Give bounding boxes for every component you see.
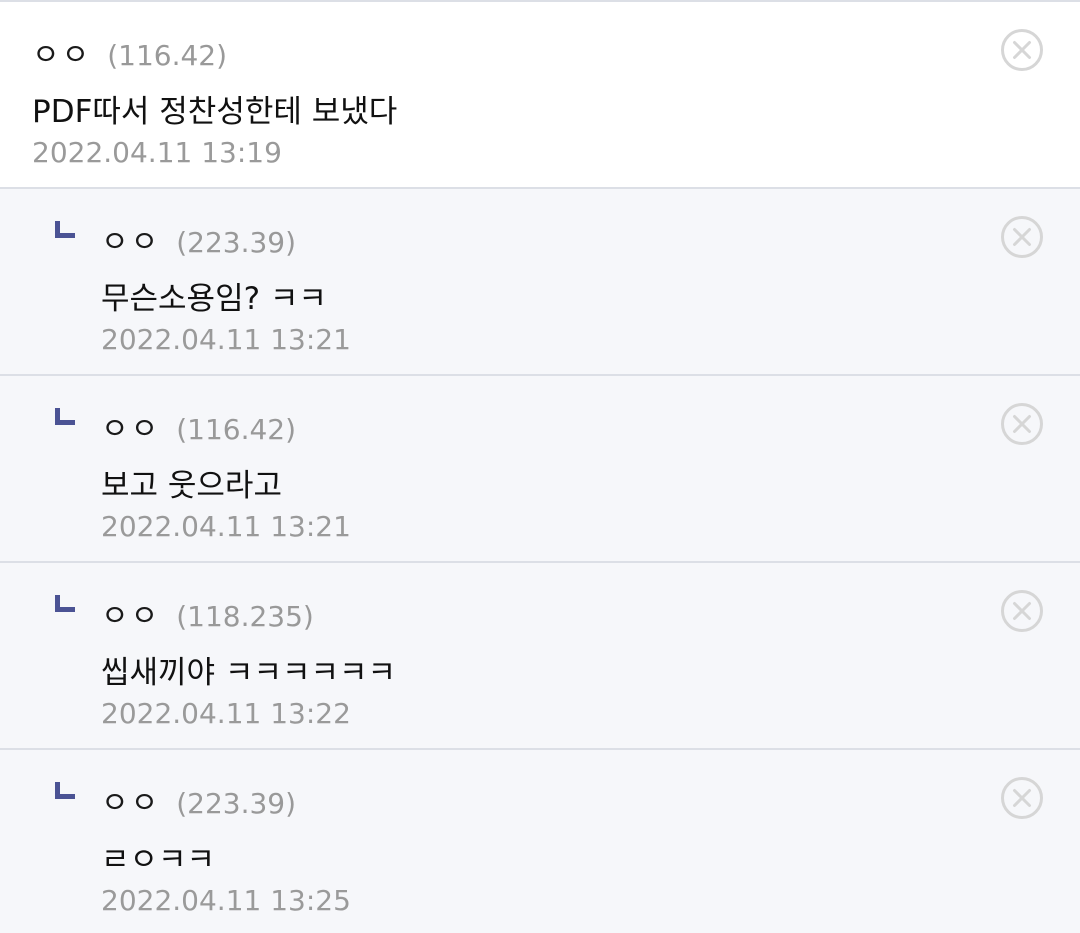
comment-meta: ㅇㅇ (223.39): [101, 778, 296, 822]
comment-timestamp: 2022.04.11 13:22: [101, 697, 351, 730]
reply-item: ㅇㅇ (223.39) 무슨소용임? ㅋㅋ 2022.04.11 13:21: [0, 189, 1080, 376]
comment-nickname[interactable]: ㅇㅇ: [101, 591, 160, 635]
delete-button[interactable]: [1000, 776, 1044, 820]
comment-timestamp: 2022.04.11 13:25: [101, 884, 351, 917]
comment-ip: (116.42): [107, 39, 228, 72]
close-circle-icon: [1001, 777, 1043, 819]
reply-corner-icon: [55, 221, 75, 238]
comment-text: 씹새끼야 ㅋㅋㅋㅋㅋㅋ: [101, 655, 397, 691]
comment-meta: ㅇㅇ (116.42): [32, 30, 227, 74]
reply-corner-icon: [55, 782, 75, 799]
comment-meta: ㅇㅇ (116.42): [101, 404, 296, 448]
comment-timestamp: 2022.04.11 13:19: [32, 136, 282, 169]
close-circle-icon: [1001, 29, 1043, 71]
close-circle-icon: [1001, 590, 1043, 632]
comment-nickname[interactable]: ㅇㅇ: [32, 30, 91, 74]
comment-ip: (118.235): [176, 600, 314, 633]
close-circle-icon: [1001, 216, 1043, 258]
close-circle-icon: [1001, 403, 1043, 445]
comment-item: ㅇㅇ (116.42) PDF따서 정찬성한테 보냈다 2022.04.11 1…: [0, 2, 1080, 189]
comment-nickname[interactable]: ㅇㅇ: [101, 778, 160, 822]
comment-text: 무슨소용임? ㅋㅋ: [101, 281, 327, 317]
comment-nickname[interactable]: ㅇㅇ: [101, 217, 160, 261]
comment-text: 보고 웃으라고: [101, 468, 282, 504]
reply-corner-icon: [55, 408, 75, 425]
comment-ip: (223.39): [176, 787, 297, 820]
delete-button[interactable]: [1000, 402, 1044, 446]
reply-corner-icon: [55, 595, 75, 612]
comment-ip: (116.42): [176, 413, 297, 446]
delete-button[interactable]: [1000, 28, 1044, 72]
delete-button[interactable]: [1000, 215, 1044, 259]
comment-list: ㅇㅇ (116.42) PDF따서 정찬성한테 보냈다 2022.04.11 1…: [0, 0, 1080, 933]
comment-nickname[interactable]: ㅇㅇ: [101, 404, 160, 448]
reply-item: ㅇㅇ (118.235) 씹새끼야 ㅋㅋㅋㅋㅋㅋ 2022.04.11 13:2…: [0, 563, 1080, 750]
comment-timestamp: 2022.04.11 13:21: [101, 510, 351, 543]
comment-text: PDF따서 정찬성한테 보냈다: [32, 94, 398, 130]
comment-text: ㄹㅇㅋㅋ: [101, 842, 216, 878]
comment-meta: ㅇㅇ (118.235): [101, 591, 314, 635]
comment-ip: (223.39): [176, 226, 297, 259]
reply-item: ㅇㅇ (223.39) ㄹㅇㅋㅋ 2022.04.11 13:25: [0, 750, 1080, 933]
reply-item: ㅇㅇ (116.42) 보고 웃으라고 2022.04.11 13:21: [0, 376, 1080, 563]
delete-button[interactable]: [1000, 589, 1044, 633]
comment-meta: ㅇㅇ (223.39): [101, 217, 296, 261]
comment-timestamp: 2022.04.11 13:21: [101, 323, 351, 356]
